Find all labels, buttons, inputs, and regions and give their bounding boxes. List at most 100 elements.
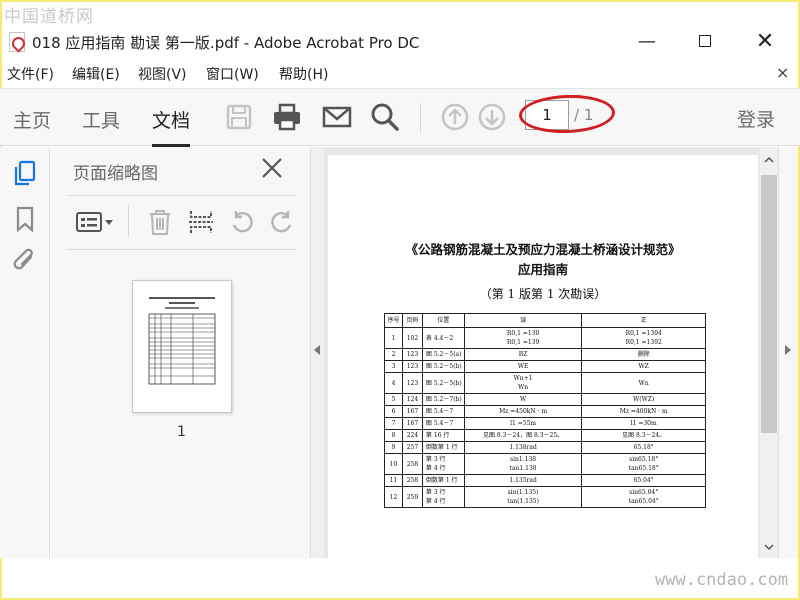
minimize-button[interactable]: — xyxy=(632,29,662,53)
cell-text: 11 xyxy=(389,477,398,484)
cell-text: Wn xyxy=(518,384,529,391)
table-header-row: 序号 页码 位置 误 正 xyxy=(384,313,706,328)
table-row: 2 123 图 5.2－5(a) BZ 删除 xyxy=(384,348,706,361)
cell-text: 图 5.2－5(b) xyxy=(425,379,462,387)
expand-right-icon[interactable] xyxy=(785,345,791,355)
cell-text: WZ xyxy=(638,363,649,370)
page-cell: 258 xyxy=(401,453,423,475)
print-icon[interactable] xyxy=(271,101,303,133)
cell-text: 倒数第 1 行 xyxy=(425,477,458,484)
cell-text: 1.135rad xyxy=(509,477,537,484)
redo-icon[interactable] xyxy=(267,207,297,237)
vertical-scrollbar[interactable] xyxy=(760,147,778,558)
bookmark-icon[interactable] xyxy=(12,205,38,233)
cell-text: WE xyxy=(517,363,529,370)
right-pane-toggle[interactable] xyxy=(778,147,798,558)
cell-text: 123 xyxy=(406,351,419,358)
cell-text: 图 5.4－7 xyxy=(425,420,454,427)
cell-text: 124 xyxy=(406,396,419,403)
correct-cell: 见图 8.3－24。 xyxy=(581,429,706,442)
table-row: 12 259 第 3 行第 4 行 sin(1.135) tan(1.135) sin65… xyxy=(384,486,706,508)
attachment-icon[interactable] xyxy=(12,247,38,275)
close-panel-icon[interactable] xyxy=(259,155,285,181)
scroll-down-icon[interactable] xyxy=(764,542,774,552)
insert-icon[interactable] xyxy=(186,207,216,237)
cell-text: sin65.18° xyxy=(629,456,659,463)
wrong-cell: R0,1 =130 R0,1 =139 xyxy=(463,327,583,349)
cell-text: 1 xyxy=(391,334,396,342)
cell-text: 10 xyxy=(389,460,398,468)
tab-document[interactable]: 文档 xyxy=(152,106,191,147)
maximize-button[interactable] xyxy=(690,29,720,53)
row-number: 2 xyxy=(384,348,403,361)
search-icon[interactable] xyxy=(369,101,401,133)
close-button[interactable]: ✕ xyxy=(750,29,780,54)
panel-splitter[interactable] xyxy=(310,147,324,558)
menu-view[interactable]: 视图(V) xyxy=(138,64,187,84)
row-number: 5 xyxy=(384,393,403,406)
cell-text: tan65.18° xyxy=(628,465,659,472)
cell-text: l1 =55m xyxy=(510,420,537,427)
position-cell: 图 5.4－7 xyxy=(421,405,465,418)
cell-text: 删除 xyxy=(637,351,650,358)
wrong-cell: Wn+1 Wn xyxy=(463,372,583,394)
options-icon[interactable] xyxy=(75,207,115,237)
menu-file[interactable]: 文件(F) xyxy=(7,64,54,84)
delete-icon[interactable] xyxy=(145,207,175,237)
page-thumbnails-panel: 页面缩略图 1 xyxy=(51,147,310,558)
document-view[interactable]: 《公路钢筋混凝土及预应力混凝土桥涵设计规范》 应用指南 （第 1 版第 1 次勘… xyxy=(324,147,760,558)
column-header: 页码 xyxy=(401,313,423,328)
position-cell: 表 4.4－2 xyxy=(421,327,465,349)
row-number: 11 xyxy=(384,474,403,487)
page-cell: 123 xyxy=(401,360,423,373)
tab-home[interactable]: 主页 xyxy=(13,106,51,133)
correct-cell: 65.04° xyxy=(581,474,706,487)
table-row: 7 167 图 5.4－7 l1 =55m l1 =30m xyxy=(384,417,706,430)
page-thumbnail[interactable] xyxy=(132,280,232,413)
tab-tools[interactable]: 工具 xyxy=(82,106,120,133)
position-cell: 图 5.2－5(b) xyxy=(421,360,465,373)
cell-text: 1.138rad xyxy=(509,444,537,451)
cell-text: 图 5.4－7 xyxy=(425,408,454,415)
row-number: 3 xyxy=(384,360,403,373)
page-up-icon[interactable] xyxy=(439,101,471,133)
cell-text: sin65.04° xyxy=(629,489,659,496)
mail-icon[interactable] xyxy=(321,101,353,133)
menu-edit[interactable]: 编辑(E) xyxy=(72,64,120,84)
menu-close-button[interactable]: × xyxy=(776,63,789,82)
title-bar: 018 应用指南 勘误 第一版.pdf - Adobe Acrobat Pro … xyxy=(0,26,800,58)
position-cell: 图 5.2－7(b) xyxy=(421,393,465,406)
scroll-up-icon[interactable] xyxy=(764,155,774,165)
menu-help[interactable]: 帮助(H) xyxy=(279,64,328,84)
cell-text: 倒数第 1 行 xyxy=(425,444,458,451)
cell-text: 224 xyxy=(406,432,419,439)
panel-divider xyxy=(67,195,295,196)
collapse-left-icon[interactable] xyxy=(314,345,320,355)
pages-icon[interactable] xyxy=(12,159,38,187)
cell-text: 65.04° xyxy=(633,477,654,484)
wrong-cell: sin(1.135) tan(1.135) xyxy=(463,486,583,508)
cell-text: sin1.138 xyxy=(510,456,537,463)
panel-title: 页面缩略图 xyxy=(73,164,158,184)
menu-window[interactable]: 窗口(W) xyxy=(206,64,259,84)
cell-text: R0,1 =139 xyxy=(506,339,540,346)
correct-cell: R0,1 =1304 R0,1 =1392 xyxy=(581,327,706,349)
cell-text: Wn+1 xyxy=(513,375,533,382)
correct-cell: Wn xyxy=(581,372,706,394)
page-down-icon[interactable] xyxy=(476,101,508,133)
cell-text: 258 xyxy=(406,460,419,468)
page-cell: 167 xyxy=(401,417,423,430)
scrollbar-thumb[interactable] xyxy=(761,175,777,433)
cell-text: 见图 8.3－24，图 8.3－25。 xyxy=(483,432,564,439)
login-button[interactable]: 登录 xyxy=(737,105,775,132)
cell-text: l1 =30m xyxy=(630,420,657,427)
save-icon[interactable] xyxy=(223,101,255,133)
row-number: 4 xyxy=(384,372,403,394)
row-number: 7 xyxy=(384,417,403,430)
cell-text: Wn xyxy=(638,379,649,387)
table-row: 10 258 第 3 行第 4 行 sin1.138 tan1.138 sin65.18°… xyxy=(384,453,706,475)
correct-cell: 删除 xyxy=(581,348,706,361)
table-row: 1 102 表 4.4－2 R0,1 =130 R0,1 =139 R0,1 =1304 R… xyxy=(384,327,706,349)
wrong-cell: Mz =450kN · m xyxy=(463,405,583,418)
undo-icon[interactable] xyxy=(227,207,257,237)
